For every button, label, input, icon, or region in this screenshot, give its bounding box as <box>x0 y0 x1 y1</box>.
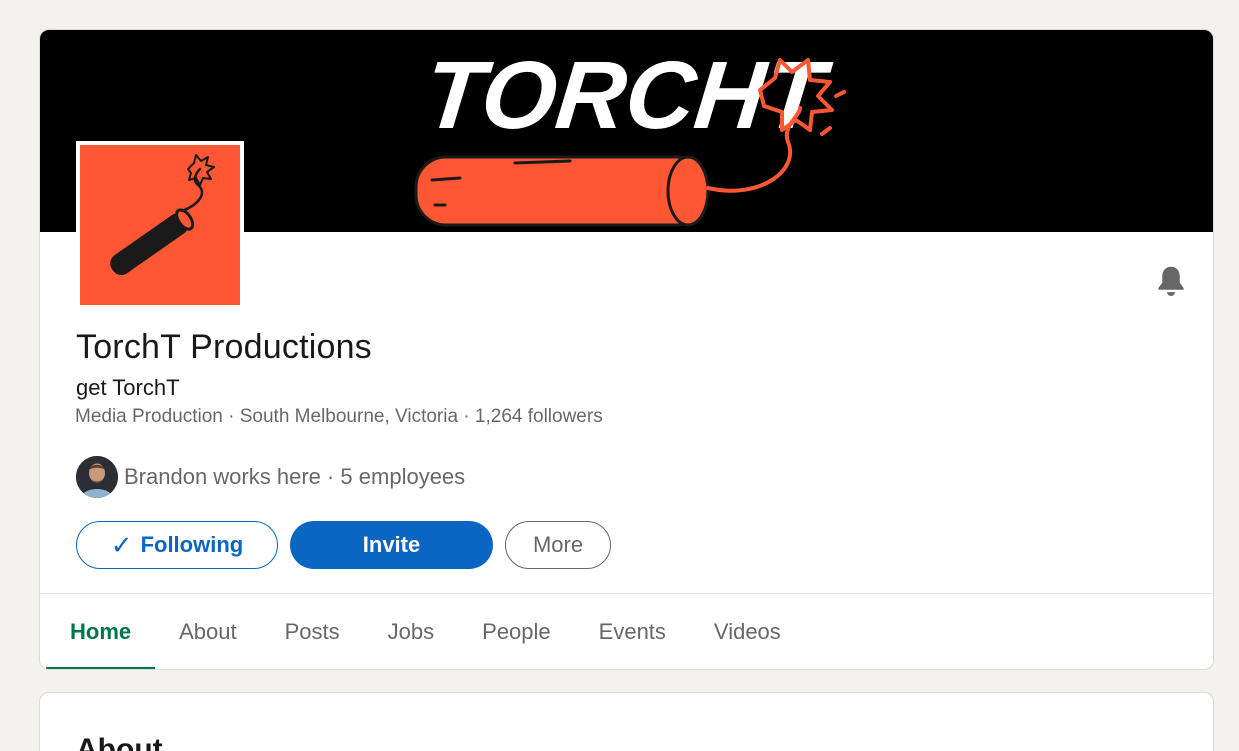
company-tagline: get TorchT <box>76 375 180 400</box>
dynamite-logo-icon <box>80 145 240 305</box>
following-button[interactable]: ✓ Following <box>76 521 278 569</box>
tab-label: About <box>179 619 237 644</box>
tab-label: Videos <box>713 619 781 644</box>
tab-label: Home <box>70 619 132 644</box>
tab-label: Events <box>598 619 666 644</box>
company-header-card: TORCHT TorchT Productions get TorchT Med… <box>39 29 1214 670</box>
invite-label: Invite <box>362 532 421 557</box>
tab-label: Jobs <box>387 619 435 644</box>
tab-label: People <box>482 619 551 644</box>
company-logo[interactable] <box>76 141 244 309</box>
tab-videos[interactable]: Videos <box>690 594 805 669</box>
employees-link[interactable]: Brandon works here · 5 employees <box>76 456 465 498</box>
employees-text: Brandon works here · 5 employees <box>124 464 466 489</box>
tab-jobs[interactable]: Jobs <box>364 594 458 669</box>
company-meta: Media Production · South Melbourne, Vict… <box>75 406 603 427</box>
banner-wordmark: TORCHT <box>419 42 836 149</box>
more-label: More <box>532 532 584 557</box>
more-button[interactable]: More <box>505 521 611 569</box>
section-title: About <box>76 733 163 751</box>
tab-home[interactable]: Home <box>46 594 156 669</box>
tab-people[interactable]: People <box>458 594 575 669</box>
tab-events[interactable]: Events <box>575 594 690 669</box>
bell-icon[interactable] <box>1152 262 1190 300</box>
avatar <box>76 456 118 498</box>
tab-about[interactable]: About <box>155 594 261 669</box>
check-icon: ✓ <box>110 529 133 560</box>
company-tabs: Home About Posts Jobs People Events Vide… <box>46 594 805 669</box>
tab-label: Posts <box>284 619 340 644</box>
invite-button[interactable]: Invite <box>290 521 493 569</box>
following-label: Following <box>140 532 244 557</box>
company-name: TorchT Productions <box>76 328 372 366</box>
tab-posts[interactable]: Posts <box>261 594 364 669</box>
about-section-card: About <box>39 692 1214 751</box>
